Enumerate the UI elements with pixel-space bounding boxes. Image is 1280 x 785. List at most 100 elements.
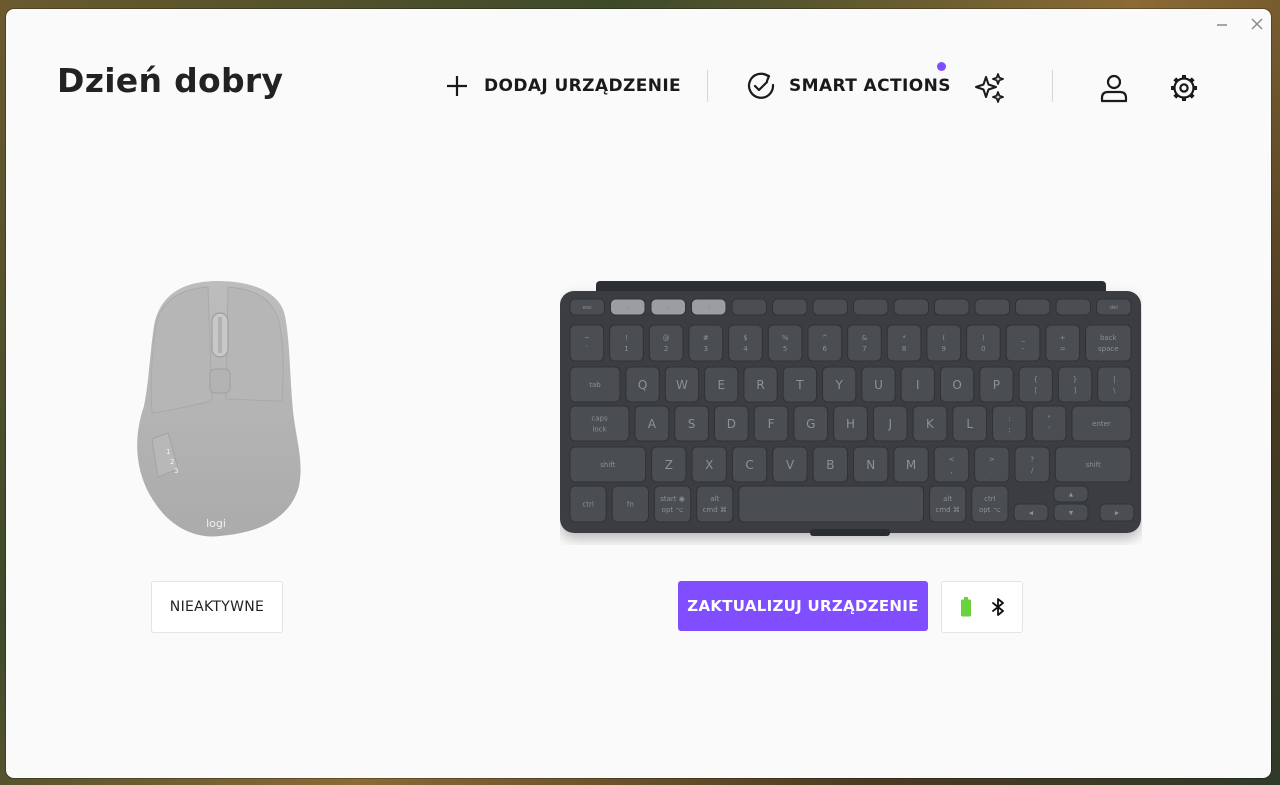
- key-1-2-label: @: [663, 334, 670, 342]
- key-1-1-label: 1: [624, 345, 628, 353]
- key-5-2-label: opt ⌥: [662, 506, 684, 514]
- add-device-button[interactable]: DODAJ URZĄDZENIE: [446, 71, 681, 101]
- key-1-8-label: *: [902, 334, 906, 342]
- keyboard-device-image[interactable]: esc 1 2 3 del ~ `! 1 @2 #3 $4% 5 ^ 6 & 7 * 8(9) 0 _ - + = back s…: [560, 281, 1142, 545]
- key-1-9-label: 9: [942, 345, 946, 353]
- key-1-0-label: ~: [584, 334, 590, 342]
- key-4-11-label: shift: [1086, 461, 1101, 469]
- logi-logo: logi: [206, 517, 226, 530]
- key-4-9-label: .: [991, 467, 993, 475]
- key-2-13-label: |: [1113, 376, 1115, 384]
- key-5-3-label: cmd ⌘: [703, 506, 727, 514]
- key-3-0-label: caps: [591, 415, 608, 423]
- ai-sparkle-button[interactable]: [972, 71, 1008, 105]
- key-0-3-label: 3: [707, 305, 711, 311]
- key-1-6-label: 6: [823, 345, 828, 353]
- key-2-11: [1018, 366, 1053, 403]
- key-1-2-label: 2: [664, 345, 668, 353]
- key-5-2: [653, 485, 692, 523]
- key-3-2-label: S: [688, 417, 696, 431]
- key-1-0: [569, 324, 605, 362]
- key-0-12: [1055, 298, 1091, 316]
- key-1-7: [847, 324, 882, 362]
- key-2-12-label: ]: [1074, 387, 1077, 395]
- key-4-2-label: X: [705, 458, 713, 472]
- key-1-5: [767, 324, 803, 362]
- key-3-5-label: G: [806, 417, 815, 431]
- minimize-icon[interactable]: [1211, 15, 1233, 33]
- user-icon: [1100, 74, 1128, 103]
- key-2-1-label: Q: [638, 378, 647, 392]
- key-1-10-label: 0: [981, 345, 985, 353]
- bluetooth-icon: [992, 598, 1004, 616]
- key-1-9: [926, 324, 962, 362]
- key-4-5-label: B: [826, 458, 834, 472]
- key-4-7-label: M: [906, 458, 916, 472]
- key-3-10-label: ;: [1008, 426, 1010, 434]
- key-2-7-label: U: [874, 378, 883, 392]
- key-1-7-label: &: [862, 334, 868, 342]
- key-3-11: [1031, 405, 1067, 442]
- update-device-button[interactable]: ZAKTUALIZUJ URZĄDZENIE: [678, 581, 928, 631]
- key-3-10-label: :: [1008, 415, 1010, 423]
- key-3-3-label: D: [727, 417, 736, 431]
- key-1-1: [609, 324, 644, 362]
- key-2-11-label: [: [1034, 387, 1037, 395]
- mouse-button-1-label: 1: [166, 448, 170, 456]
- settings-button[interactable]: [1167, 71, 1201, 105]
- key-3-1-label: A: [648, 417, 657, 431]
- smart-actions-button[interactable]: SMART ACTIONS: [746, 70, 951, 102]
- key-5-4: [738, 485, 925, 523]
- key-3-8-label: K: [926, 417, 935, 431]
- battery-icon: [961, 597, 971, 617]
- key-1-9-label: (: [942, 334, 945, 342]
- key-1-6: [807, 324, 843, 362]
- key-3-9-label: L: [966, 417, 973, 431]
- key-1-4: [728, 324, 763, 362]
- key-3-12-label: enter: [1092, 420, 1111, 428]
- key-0-2-label: 2: [667, 305, 671, 311]
- key-1-0-label: `: [585, 345, 589, 353]
- key-4-9: [974, 446, 1010, 483]
- key-0-4: [731, 298, 767, 316]
- key-1-5-label: %: [782, 334, 789, 342]
- account-button[interactable]: [1098, 71, 1130, 105]
- mouse-button-3-label: 3: [174, 467, 178, 475]
- key-4-0-label: shift: [600, 461, 615, 469]
- key-4-1-label: Z: [665, 458, 673, 472]
- key-2-6-label: Y: [835, 378, 844, 392]
- key-5-0-label: ctrl: [582, 501, 593, 509]
- notification-dot: [937, 62, 946, 71]
- key-5-3-label: alt: [710, 495, 719, 503]
- key-0-0-label: esc: [583, 305, 592, 311]
- smart-actions-label: SMART ACTIONS: [789, 76, 951, 96]
- key-1-13: [1085, 324, 1132, 362]
- key-1-3-label: 3: [704, 345, 708, 353]
- key-1-7-label: 7: [862, 345, 866, 353]
- key-1-4-label: $: [743, 334, 747, 342]
- key-2-10-label: P: [993, 378, 1000, 392]
- mouse-device-image[interactable]: 1 2 3 logi: [130, 281, 302, 541]
- key-2-13: [1097, 366, 1132, 403]
- key-3-10: [992, 405, 1027, 442]
- sparkle-icon: [975, 73, 1004, 103]
- key-4-10: [1014, 446, 1050, 483]
- close-icon[interactable]: [1246, 15, 1268, 33]
- key-1-8-label: 8: [902, 345, 906, 353]
- key-2-5-label: T: [795, 378, 804, 392]
- key-1-4-label: 4: [743, 345, 748, 353]
- key-4-3-label: C: [745, 458, 753, 472]
- key-1-12-label: =: [1060, 345, 1066, 353]
- key-1-11: [1005, 324, 1041, 362]
- key-1-11-label: _: [1020, 334, 1025, 342]
- key-0-9: [934, 298, 970, 316]
- app-window: Dzień dobry DODAJ URZĄDZENIE SMART ACTIO…: [6, 9, 1271, 778]
- key-4-9-label: >: [989, 456, 995, 464]
- key-3-0-label: lock: [592, 426, 607, 434]
- header-divider: [1052, 70, 1053, 102]
- key-0-11: [1015, 298, 1051, 316]
- key-2-4-label: R: [756, 378, 764, 392]
- key-0-1-label: 1: [626, 305, 630, 311]
- key-5-1-label: fn: [627, 501, 634, 509]
- page-title: Dzień dobry: [57, 61, 284, 100]
